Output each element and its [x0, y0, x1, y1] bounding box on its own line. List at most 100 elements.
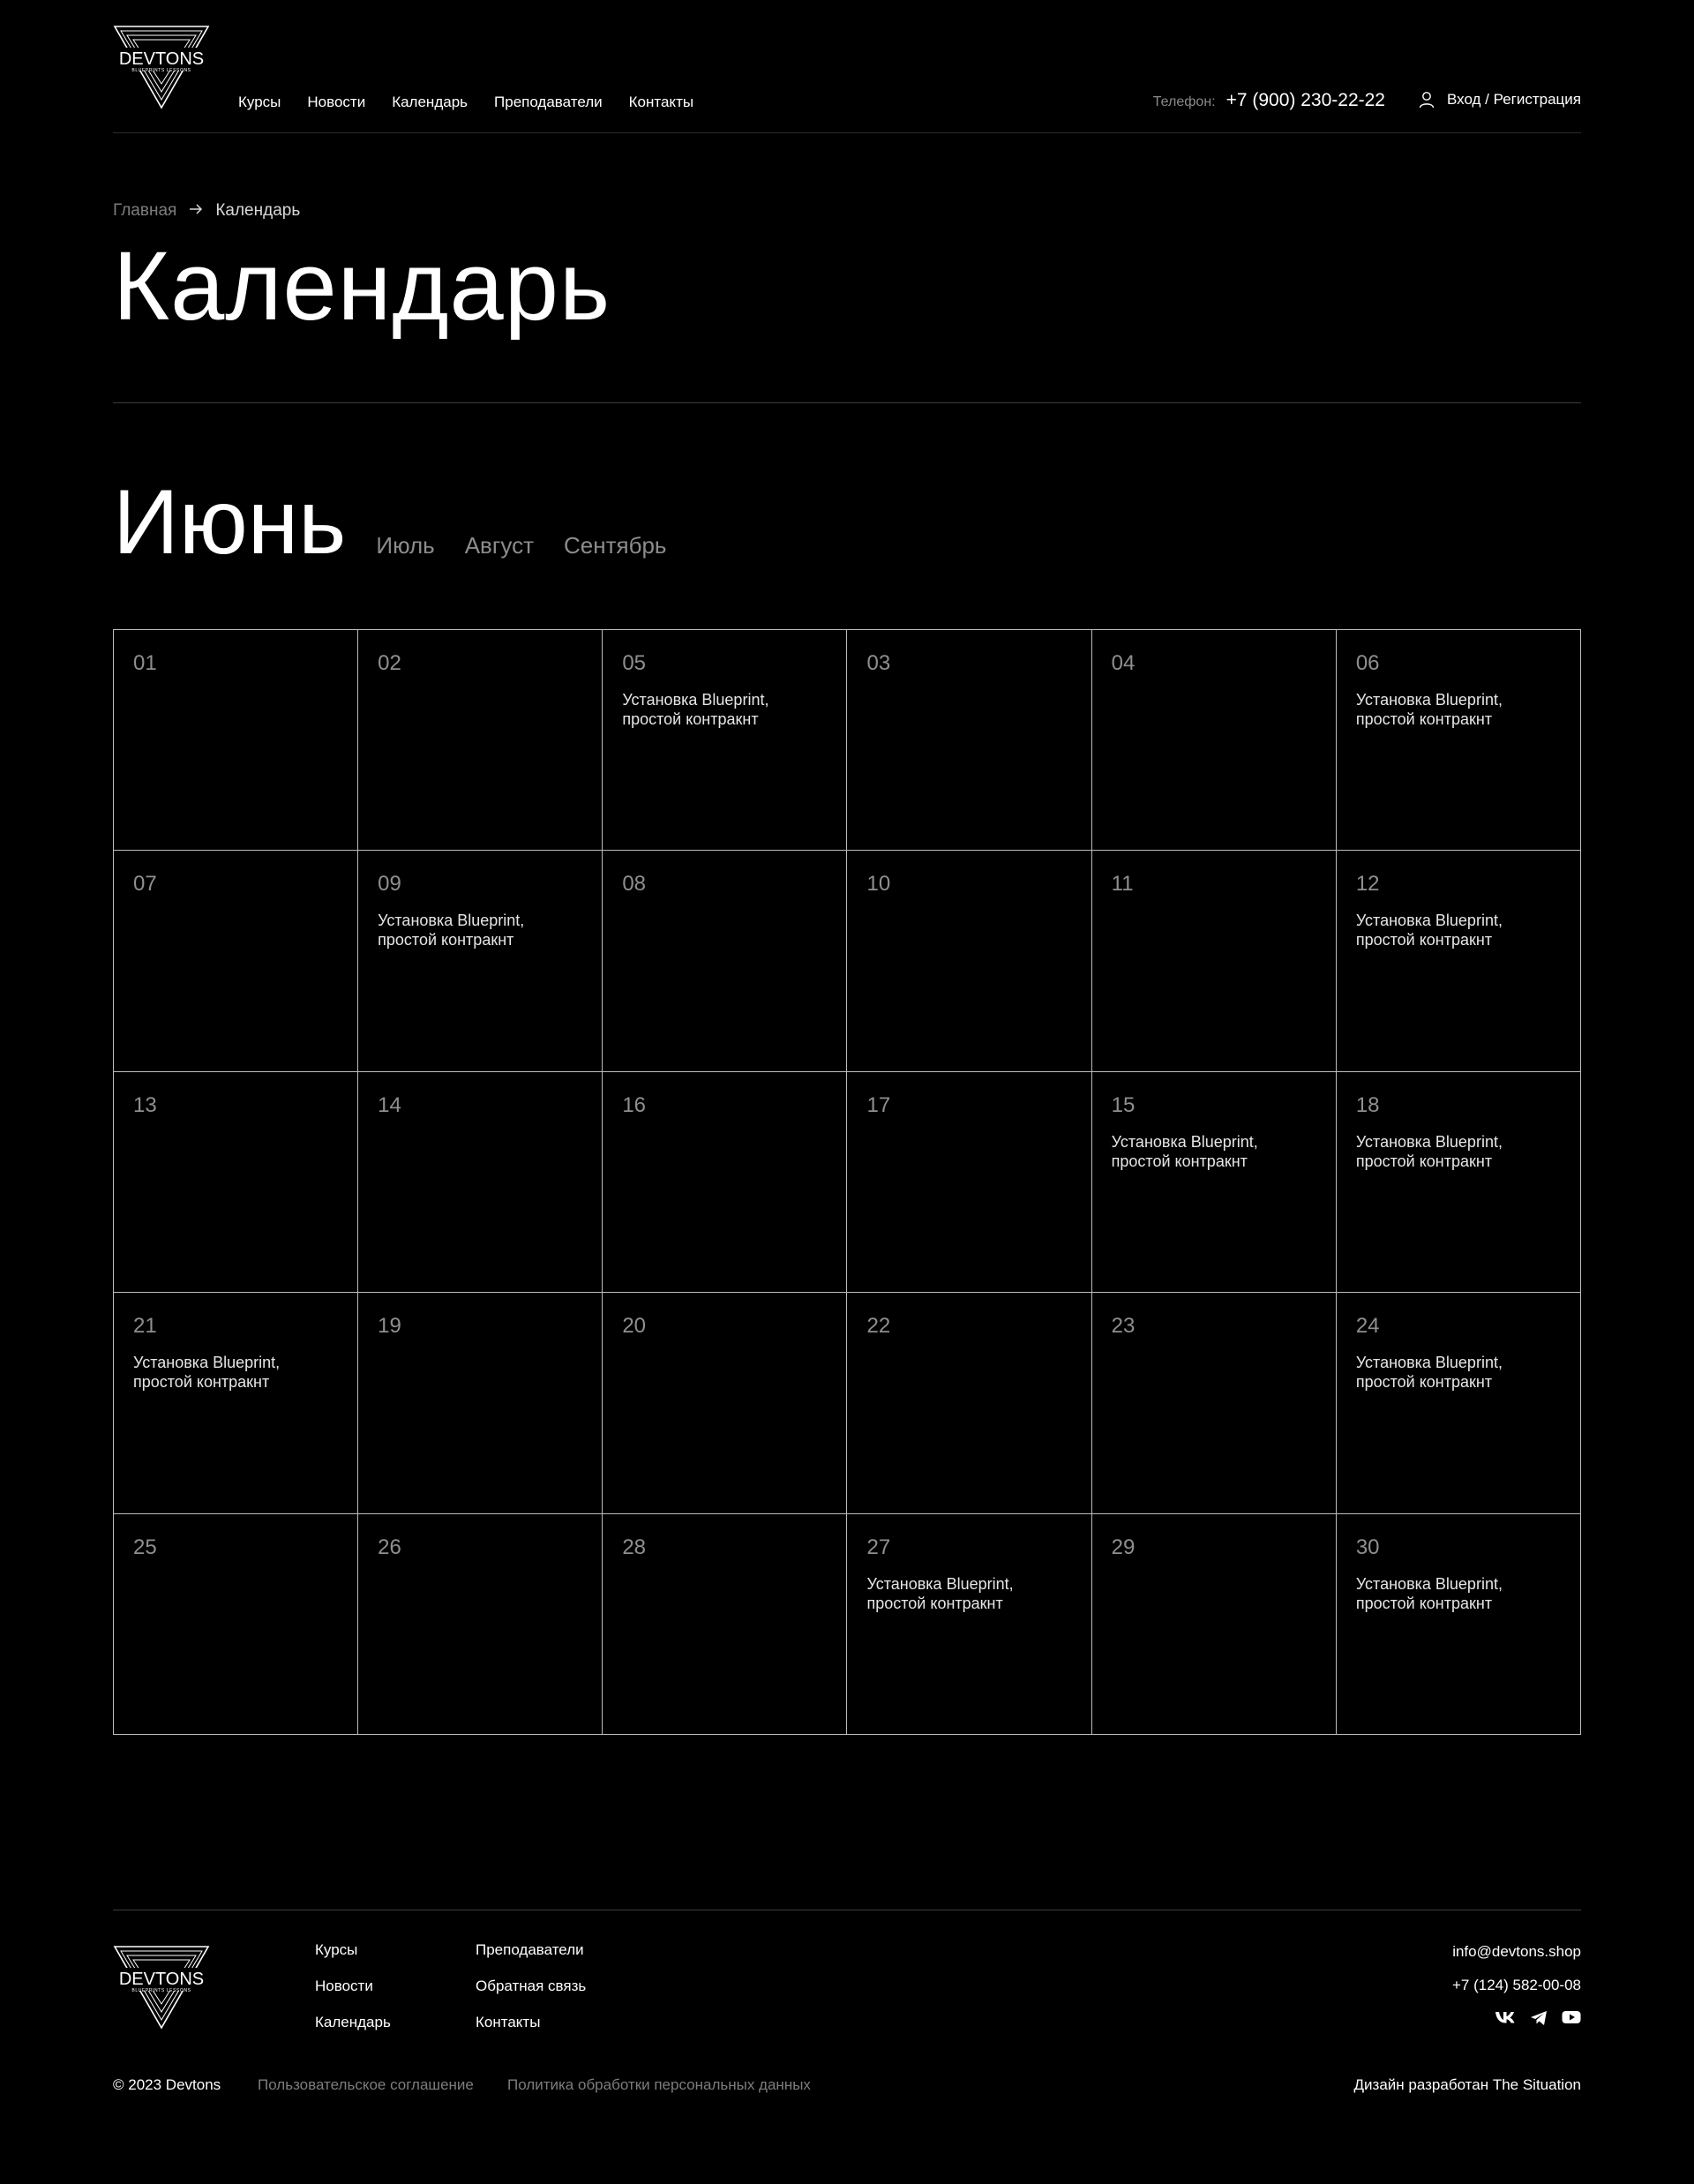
- day-number: 27: [866, 1535, 891, 1559]
- day-number: 15: [1111, 1092, 1136, 1117]
- copyright: © 2023 Devtons: [113, 2076, 221, 2093]
- calendar-day-cell[interactable]: 20: [603, 1293, 848, 1514]
- day-number: 07: [133, 872, 157, 897]
- calendar-day-cell[interactable]: 01: [114, 630, 359, 852]
- day-number: 20: [622, 1314, 647, 1339]
- calendar-day-cell[interactable]: 10: [847, 851, 1092, 1072]
- vk-icon[interactable]: [1495, 2010, 1516, 2026]
- calendar-event[interactable]: Установка Blueprint, простой контракнт: [1356, 1574, 1533, 1613]
- day-number: 08: [622, 872, 647, 897]
- calendar-day-cell[interactable]: 15 Установка Blueprint, простой контракнт: [1091, 1071, 1337, 1294]
- breadcrumb-home[interactable]: Главная: [113, 201, 176, 221]
- calendar-event[interactable]: Установка Blueprint, простой контракнт: [1112, 1132, 1288, 1171]
- calendar-day-cell[interactable]: 21 Установка Blueprint, простой контракнт: [114, 1293, 359, 1514]
- nav-courses[interactable]: Курсы: [238, 94, 281, 111]
- calendar-day-cell[interactable]: 14: [358, 1071, 603, 1294]
- footer-email[interactable]: info@devtons.shop: [1452, 1943, 1581, 1961]
- nav-teachers[interactable]: Преподаватели: [494, 94, 603, 111]
- nav-calendar[interactable]: Календарь: [392, 94, 468, 111]
- user-agreement-link[interactable]: Пользовательское соглашение: [258, 2076, 474, 2094]
- user-icon: [1419, 91, 1435, 109]
- calendar-day-cell[interactable]: 26: [358, 1513, 603, 1735]
- calendar-day-cell[interactable]: 30 Установка Blueprint, простой контракнт: [1336, 1513, 1581, 1735]
- calendar-event[interactable]: Установка Blueprint, простой контракнт: [378, 911, 554, 949]
- footer-logo-mark: DEVTONS BLUEPRINTS LESSONS: [113, 1946, 210, 2030]
- day-number: 02: [378, 651, 401, 675]
- telegram-icon[interactable]: [1530, 2010, 1548, 2026]
- calendar-event[interactable]: Установка Blueprint, простой контракнт: [622, 690, 798, 729]
- calendar-grid: 01 02 05 Установка Blueprint, простой контр…: [113, 629, 1581, 1735]
- footer-link-contacts[interactable]: Контакты: [476, 2014, 586, 2031]
- footer-link-news[interactable]: Новости: [315, 1978, 391, 1995]
- login-label: Вход / Регистрация: [1446, 91, 1581, 108]
- brand-logo[interactable]: DEVTONS BLUEPRINTS LESSONS: [113, 25, 210, 109]
- footer-phone[interactable]: +7 (124) 582-00-08: [1452, 1977, 1581, 1994]
- calendar-day-cell[interactable]: 29: [1091, 1513, 1337, 1735]
- privacy-policy-link[interactable]: Политика обработки персональных данных: [507, 2076, 811, 2094]
- tab-month-september[interactable]: Сентябрь: [564, 532, 666, 559]
- footer-logo-wordmark: DEVTONS: [119, 1970, 204, 1989]
- day-number: 11: [1111, 872, 1134, 897]
- day-number: 23: [1111, 1314, 1136, 1339]
- calendar-day-cell[interactable]: 22: [847, 1293, 1092, 1514]
- calendar-day-cell[interactable]: 08: [603, 851, 848, 1072]
- day-number: 05: [622, 651, 647, 675]
- day-number: 16: [622, 1092, 647, 1117]
- day-number: 03: [866, 651, 891, 675]
- calendar-day-cell[interactable]: 18 Установка Blueprint, простой контракнт: [1336, 1071, 1581, 1294]
- calendar-event[interactable]: Установка Blueprint, простой контракнт: [1356, 1132, 1533, 1171]
- calendar-day-cell[interactable]: 17: [847, 1071, 1092, 1294]
- calendar-day-cell[interactable]: 25: [114, 1513, 359, 1735]
- footer-logo[interactable]: DEVTONS BLUEPRINTS LESSONS: [113, 1945, 210, 2034]
- header-phone: Телефон: +7 (900) 230-22-22: [1153, 90, 1385, 111]
- logo-mark: DEVTONS BLUEPRINTS LESSONS: [113, 26, 210, 109]
- calendar-day-cell[interactable]: 09 Установка Blueprint, простой контракнт: [358, 851, 603, 1072]
- calendar-event[interactable]: Установка Blueprint, простой контракнт: [133, 1353, 310, 1392]
- tab-month-august[interactable]: Август: [465, 532, 534, 559]
- calendar-day-cell[interactable]: 24 Установка Blueprint, простой контракнт: [1336, 1293, 1581, 1514]
- calendar-day-cell[interactable]: 19: [358, 1293, 603, 1514]
- login-link[interactable]: Вход / Регистрация: [1419, 91, 1581, 109]
- calendar-day-cell[interactable]: 28: [603, 1513, 848, 1735]
- calendar-event[interactable]: Установка Blueprint, простой контракнт: [1356, 911, 1533, 949]
- tab-month-july[interactable]: Июль: [376, 532, 434, 559]
- footer-link-courses[interactable]: Курсы: [315, 1941, 391, 1959]
- youtube-icon[interactable]: [1562, 2010, 1581, 2026]
- nav-news[interactable]: Новости: [307, 94, 365, 111]
- breadcrumb-current: Календарь: [215, 201, 301, 220]
- calendar-day-cell[interactable]: 07: [114, 851, 359, 1072]
- day-number: 19: [378, 1314, 401, 1339]
- site-header: DEVTONS BLUEPRINTS LESSONS Курсы Новости…: [113, 0, 1581, 133]
- month-tabs: Июнь Июль Август Сентябрь: [113, 477, 1581, 568]
- breadcrumb: Главная Календарь: [113, 201, 1581, 221]
- calendar-day-cell[interactable]: 13: [114, 1071, 359, 1294]
- nav-contacts[interactable]: Контакты: [629, 94, 693, 111]
- phone-number[interactable]: +7 (900) 230-22-22: [1226, 90, 1385, 111]
- tab-month-active[interactable]: Июнь: [113, 477, 346, 568]
- calendar-day-cell[interactable]: 12 Установка Blueprint, простой контракнт: [1336, 851, 1581, 1072]
- day-number: 21: [133, 1314, 157, 1339]
- day-number: 06: [1355, 651, 1380, 675]
- calendar-day-cell[interactable]: 11: [1091, 851, 1337, 1072]
- calendar-event[interactable]: Установка Blueprint, простой контракнт: [1356, 1353, 1533, 1392]
- day-number: 28: [622, 1535, 647, 1559]
- calendar-day-cell[interactable]: 02: [358, 630, 603, 852]
- designed-by-link[interactable]: Дизайн разработан The Situation: [1354, 2076, 1581, 2094]
- calendar-day-cell[interactable]: 06 Установка Blueprint, простой контракнт: [1336, 630, 1581, 852]
- calendar-day-cell[interactable]: 16: [603, 1071, 848, 1294]
- footer-link-calendar[interactable]: Календарь: [315, 2014, 391, 2031]
- calendar-day-cell[interactable]: 04: [1091, 630, 1337, 852]
- logo-tagline: BLUEPRINTS LESSONS: [131, 68, 191, 73]
- calendar-event[interactable]: Установка Blueprint, простой контракнт: [1356, 690, 1533, 729]
- calendar-day-cell[interactable]: 05 Установка Blueprint, простой контракнт: [603, 630, 848, 852]
- calendar-day-cell[interactable]: 27 Установка Blueprint, простой контракнт: [847, 1513, 1092, 1735]
- calendar-day-cell[interactable]: 03: [847, 630, 1092, 852]
- day-number: 18: [1355, 1092, 1380, 1117]
- phone-label: Телефон:: [1152, 94, 1216, 109]
- day-number: 01: [133, 651, 157, 675]
- footer-link-teachers[interactable]: Преподаватели: [476, 1941, 586, 1959]
- calendar-event[interactable]: Установка Blueprint, простой контракнт: [866, 1574, 1043, 1613]
- footer-nav-col-1: Курсы Новости Календарь: [315, 1941, 391, 2031]
- footer-link-feedback[interactable]: Обратная связь: [476, 1978, 586, 1995]
- calendar-day-cell[interactable]: 23: [1091, 1293, 1337, 1514]
